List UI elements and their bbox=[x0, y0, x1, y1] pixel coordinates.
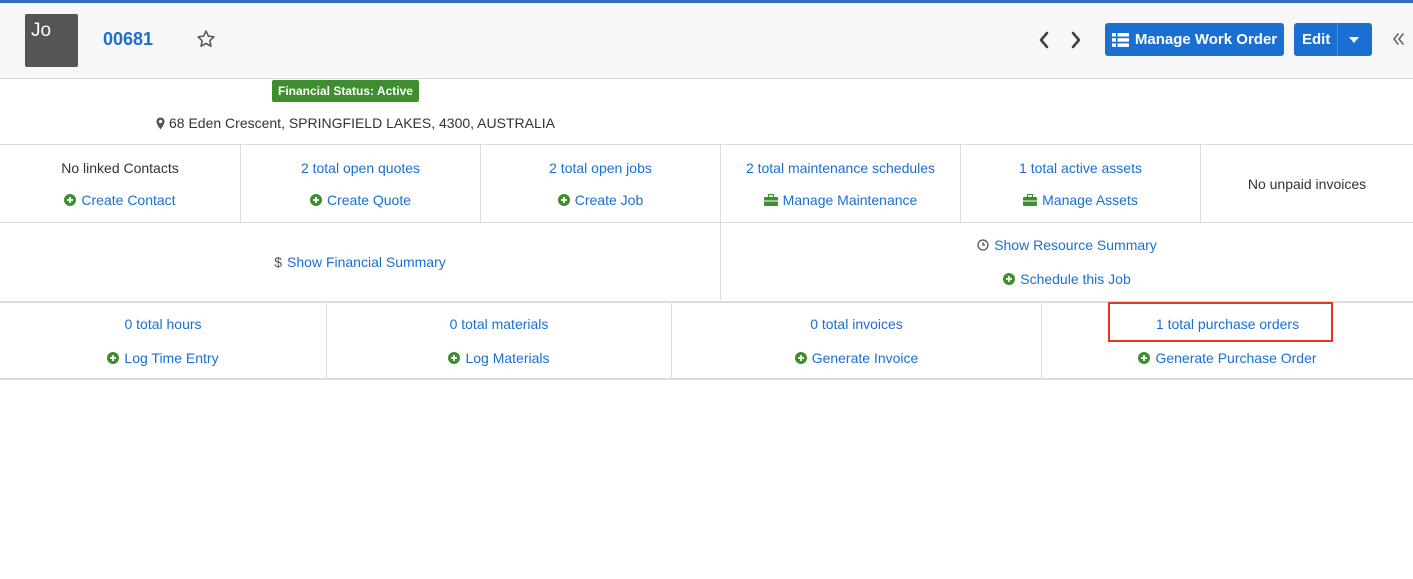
create-job-link[interactable]: Create Job bbox=[557, 191, 644, 208]
double-chevron-left-icon[interactable] bbox=[1391, 31, 1405, 47]
manage-work-order-label: Manage Work Order bbox=[1134, 31, 1278, 48]
plus-circle-icon bbox=[557, 193, 570, 206]
create-quote-link[interactable]: Create Quote bbox=[309, 191, 412, 208]
show-resource-summary-link[interactable]: Show Resource Summary bbox=[977, 237, 1157, 253]
invoices-status-cell: No unpaid invoices bbox=[1201, 145, 1413, 222]
generate-purchase-order-label: Generate Purchase Order bbox=[1155, 349, 1317, 366]
overview-row: No linked Contacts Create Contact 2 tota… bbox=[0, 144, 1413, 222]
address-text: 68 Eden Crescent, SPRINGFIELD LAKES, 430… bbox=[169, 115, 555, 131]
unpaid-invoices-status: No unpaid invoices bbox=[1247, 175, 1367, 192]
show-financial-summary-link[interactable]: $ Show Financial Summary bbox=[274, 254, 446, 270]
edit-button-group: Edit bbox=[1294, 23, 1372, 56]
manage-work-order-button[interactable]: Manage Work Order bbox=[1105, 23, 1284, 56]
create-quote-label: Create Quote bbox=[326, 191, 412, 208]
edit-button-divider bbox=[1337, 23, 1338, 56]
financial-summary-cell: $ Show Financial Summary bbox=[0, 223, 721, 300]
create-job-label: Create Job bbox=[574, 191, 644, 208]
manage-assets-label: Manage Assets bbox=[1042, 191, 1138, 208]
clock-icon bbox=[977, 238, 989, 251]
summary-row: $ Show Financial Summary Show Resource S… bbox=[0, 222, 1413, 300]
avatar-initials: Jo bbox=[31, 20, 52, 41]
plus-circle-icon bbox=[309, 193, 322, 206]
resource-summary-label: Show Resource Summary bbox=[994, 236, 1157, 253]
financial-summary-label: Show Financial Summary bbox=[287, 253, 446, 270]
open-jobs-link[interactable]: 2 total open jobs bbox=[549, 160, 652, 176]
total-invoices-link[interactable]: 0 total invoices bbox=[810, 316, 903, 332]
plus-circle-icon bbox=[1003, 272, 1016, 285]
contacts-status: No linked Contacts bbox=[61, 159, 179, 176]
log-time-entry-label: Log Time Entry bbox=[124, 349, 219, 366]
generate-invoice-label: Generate Invoice bbox=[811, 349, 919, 366]
schedule-job-link[interactable]: Schedule this Job bbox=[1003, 271, 1131, 287]
edit-button[interactable]: Edit bbox=[1302, 31, 1330, 48]
star-icon[interactable] bbox=[196, 29, 216, 49]
materials-cell: 0 total materials Log Materials bbox=[327, 303, 672, 378]
jobs-cell: 2 total open jobs Create Job bbox=[481, 145, 721, 222]
plus-circle-icon bbox=[107, 351, 120, 364]
resource-summary-cell: Show Resource Summary Schedule this Job bbox=[721, 223, 1413, 300]
plus-circle-icon bbox=[448, 351, 461, 364]
list-icon bbox=[1111, 32, 1129, 47]
log-materials-link[interactable]: Log Materials bbox=[448, 349, 550, 366]
total-materials-link[interactable]: 0 total materials bbox=[450, 316, 549, 332]
open-quotes-link[interactable]: 2 total open quotes bbox=[301, 160, 420, 176]
avatar: Jo bbox=[25, 14, 78, 67]
chevron-left-icon[interactable] bbox=[1036, 30, 1052, 50]
chevron-right-icon[interactable] bbox=[1068, 30, 1084, 50]
assets-cell: 1 total active assets Manage Assets bbox=[961, 145, 1201, 222]
briefcase-icon bbox=[1023, 193, 1038, 206]
total-hours-link[interactable]: 0 total hours bbox=[124, 316, 201, 332]
maintenance-cell: 2 total maintenance schedules Manage Mai… bbox=[721, 145, 961, 222]
log-materials-label: Log Materials bbox=[465, 349, 550, 366]
plus-circle-icon bbox=[1138, 351, 1151, 364]
maintenance-schedules-link[interactable]: 2 total maintenance schedules bbox=[746, 160, 935, 176]
plus-circle-icon bbox=[64, 193, 77, 206]
briefcase-icon bbox=[763, 193, 778, 206]
log-time-entry-link[interactable]: Log Time Entry bbox=[107, 349, 219, 366]
generate-purchase-order-link[interactable]: Generate Purchase Order bbox=[1138, 349, 1317, 366]
dollar-icon: $ bbox=[274, 253, 283, 270]
hours-cell: 0 total hours Log Time Entry bbox=[0, 303, 327, 378]
highlight-box bbox=[1108, 302, 1333, 342]
work-order-number[interactable]: 00681 bbox=[103, 29, 153, 50]
generate-invoice-link[interactable]: Generate Invoice bbox=[794, 349, 919, 366]
manage-assets-link[interactable]: Manage Assets bbox=[1023, 192, 1138, 208]
financial-status-badge: Financial Status: Active bbox=[272, 80, 419, 102]
page-header: Jo 00681 Manage Work Order Edit bbox=[0, 3, 1413, 79]
manage-maintenance-link[interactable]: Manage Maintenance bbox=[763, 191, 918, 208]
create-contact-link[interactable]: Create Contact bbox=[64, 191, 176, 208]
quotes-cell: 2 total open quotes Create Quote bbox=[241, 145, 481, 222]
plus-circle-icon bbox=[794, 351, 807, 364]
create-contact-label: Create Contact bbox=[81, 191, 176, 208]
map-marker-icon bbox=[156, 117, 165, 129]
manage-maintenance-label: Manage Maintenance bbox=[782, 191, 918, 208]
caret-down-icon[interactable] bbox=[1349, 37, 1359, 43]
active-assets-link[interactable]: 1 total active assets bbox=[1019, 160, 1142, 176]
contacts-cell: No linked Contacts Create Contact bbox=[0, 145, 241, 222]
address: 68 Eden Crescent, SPRINGFIELD LAKES, 430… bbox=[156, 115, 555, 131]
invoices-cell: 0 total invoices Generate Invoice bbox=[672, 303, 1042, 378]
schedule-job-label: Schedule this Job bbox=[1020, 270, 1131, 287]
